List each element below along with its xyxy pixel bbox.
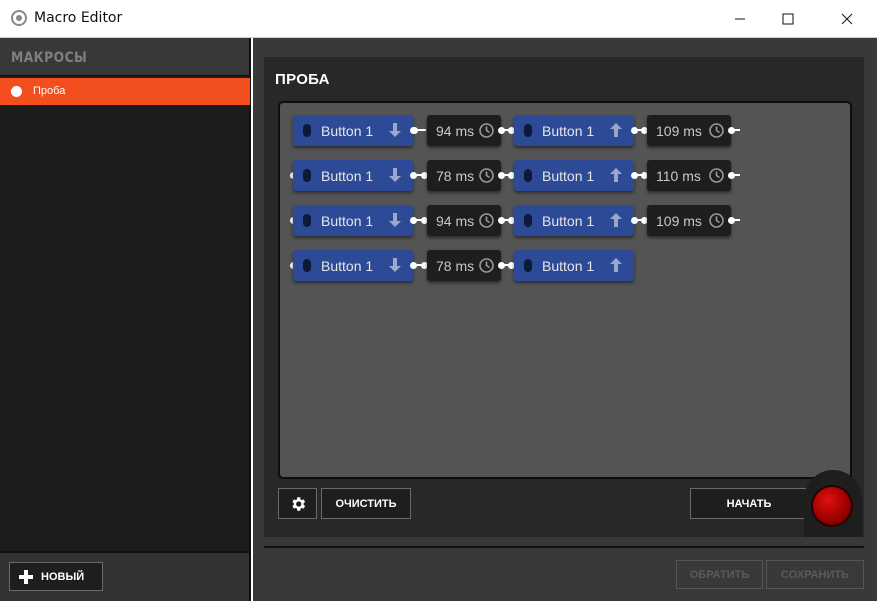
arrow-up-icon — [610, 168, 622, 182]
node-label: Button 1 — [321, 168, 374, 184]
delay-node[interactable]: 109 ms — [647, 115, 731, 146]
sidebar-item-label: Проба — [33, 85, 66, 97]
record-button[interactable] — [813, 487, 851, 525]
delay-node[interactable]: 78 ms — [427, 250, 501, 281]
press-node[interactable]: Button 1 — [293, 250, 413, 281]
close-icon — [841, 13, 853, 25]
release-node[interactable]: Button 1 — [514, 115, 634, 146]
window-title: Macro Editor — [34, 10, 123, 26]
title-bar: Macro Editor — [0, 0, 877, 38]
connector-wire — [731, 219, 740, 221]
macro-title: ПРОБА — [275, 71, 330, 88]
output-port[interactable] — [410, 262, 417, 269]
arrow-up-icon — [610, 213, 622, 227]
mouse-icon — [524, 259, 532, 272]
clock-icon — [479, 123, 494, 138]
node-label: Button 1 — [321, 213, 374, 229]
arrow-down-icon — [389, 213, 401, 227]
node-label: Button 1 — [321, 258, 374, 274]
new-button-label: НОВЫЙ — [41, 570, 85, 583]
output-port[interactable] — [410, 172, 417, 179]
close-button[interactable] — [824, 0, 870, 38]
clock-icon — [709, 213, 724, 228]
output-port[interactable] — [631, 172, 638, 179]
delay-node[interactable]: 78 ms — [427, 160, 501, 191]
clock-icon — [479, 213, 494, 228]
mouse-icon — [524, 214, 532, 227]
mouse-icon — [303, 214, 311, 227]
mouse-icon — [524, 169, 532, 182]
delay-label: 78 ms — [436, 258, 475, 274]
gear-icon — [291, 496, 305, 511]
output-port[interactable] — [631, 217, 638, 224]
press-node[interactable]: Button 1 — [293, 115, 413, 146]
mouse-icon — [524, 124, 532, 137]
arrow-up-icon — [610, 123, 622, 137]
delay-label: 110 ms — [656, 168, 701, 184]
arrow-up-icon — [610, 258, 622, 272]
revert-button[interactable]: ОБРАТИТЬ — [676, 560, 763, 589]
node-label: Button 1 — [542, 168, 595, 184]
maximize-button[interactable] — [765, 0, 811, 38]
macro-canvas[interactable]: Button 1 94 ms Button 1 109 ms Button 1 … — [278, 101, 852, 479]
mouse-icon — [303, 169, 311, 182]
minimize-button[interactable] — [717, 0, 763, 38]
node-label: Button 1 — [321, 123, 374, 139]
clear-button[interactable]: ОЧИСТИТЬ — [321, 488, 411, 519]
release-node[interactable]: Button 1 — [514, 205, 634, 236]
arrow-down-icon — [389, 258, 401, 272]
delay-label: 94 ms — [436, 213, 475, 229]
delay-node[interactable]: 109 ms — [647, 205, 731, 236]
record-button-housing — [804, 470, 862, 537]
save-button[interactable]: СОХРАНИТЬ — [766, 560, 864, 589]
delay-node[interactable]: 94 ms — [427, 205, 501, 236]
press-node[interactable]: Button 1 — [293, 205, 413, 236]
editor-panel: ПРОБА Button 1 94 ms Button 1 109 ms But… — [264, 57, 864, 537]
new-macro-button[interactable]: НОВЫЙ — [9, 562, 103, 591]
clock-icon — [479, 168, 494, 183]
maximize-icon — [782, 13, 794, 25]
delay-node[interactable]: 94 ms — [427, 115, 501, 146]
mouse-icon — [303, 124, 311, 137]
delay-node[interactable]: 110 ms — [647, 160, 731, 191]
sidebar-header: МАКРОСЫ — [0, 38, 249, 76]
node-label: Button 1 — [542, 213, 595, 229]
app-logo-icon — [10, 9, 28, 27]
connector-wire — [731, 174, 740, 176]
output-port[interactable] — [410, 217, 417, 224]
minimize-icon — [735, 18, 745, 20]
output-port[interactable] — [498, 262, 505, 269]
macro-status-dot — [11, 86, 22, 97]
output-port[interactable] — [498, 217, 505, 224]
sidebar-item-macro[interactable]: Проба — [0, 78, 250, 105]
sidebar-footer: НОВЫЙ — [0, 551, 249, 601]
node-label: Button 1 — [542, 258, 595, 274]
plus-icon — [19, 569, 33, 584]
clock-icon — [709, 168, 724, 183]
delay-label: 109 ms — [656, 213, 702, 229]
delay-label: 94 ms — [436, 123, 475, 139]
input-port[interactable] — [411, 127, 418, 134]
divider — [264, 546, 864, 548]
delay-label: 78 ms — [436, 168, 475, 184]
output-port[interactable] — [631, 127, 638, 134]
output-port[interactable] — [498, 172, 505, 179]
connector-wire — [731, 129, 740, 131]
sidebar-title: МАКРОСЫ — [11, 50, 88, 66]
arrow-down-icon — [389, 123, 401, 137]
start-button[interactable]: НАЧАТЬ — [690, 488, 816, 519]
mouse-icon — [303, 259, 311, 272]
clock-icon — [709, 123, 724, 138]
clock-icon — [479, 258, 494, 273]
arrow-down-icon — [389, 168, 401, 182]
delay-label: 109 ms — [656, 123, 702, 139]
node-label: Button 1 — [542, 123, 595, 139]
settings-button[interactable] — [278, 488, 317, 519]
output-port[interactable] — [498, 127, 505, 134]
press-node[interactable]: Button 1 — [293, 160, 413, 191]
release-node[interactable]: Button 1 — [514, 250, 634, 281]
main-area: ПРОБА Button 1 94 ms Button 1 109 ms But… — [253, 38, 877, 601]
macro-sidebar: МАКРОСЫ Проба НОВЫЙ — [0, 38, 251, 601]
release-node[interactable]: Button 1 — [514, 160, 634, 191]
